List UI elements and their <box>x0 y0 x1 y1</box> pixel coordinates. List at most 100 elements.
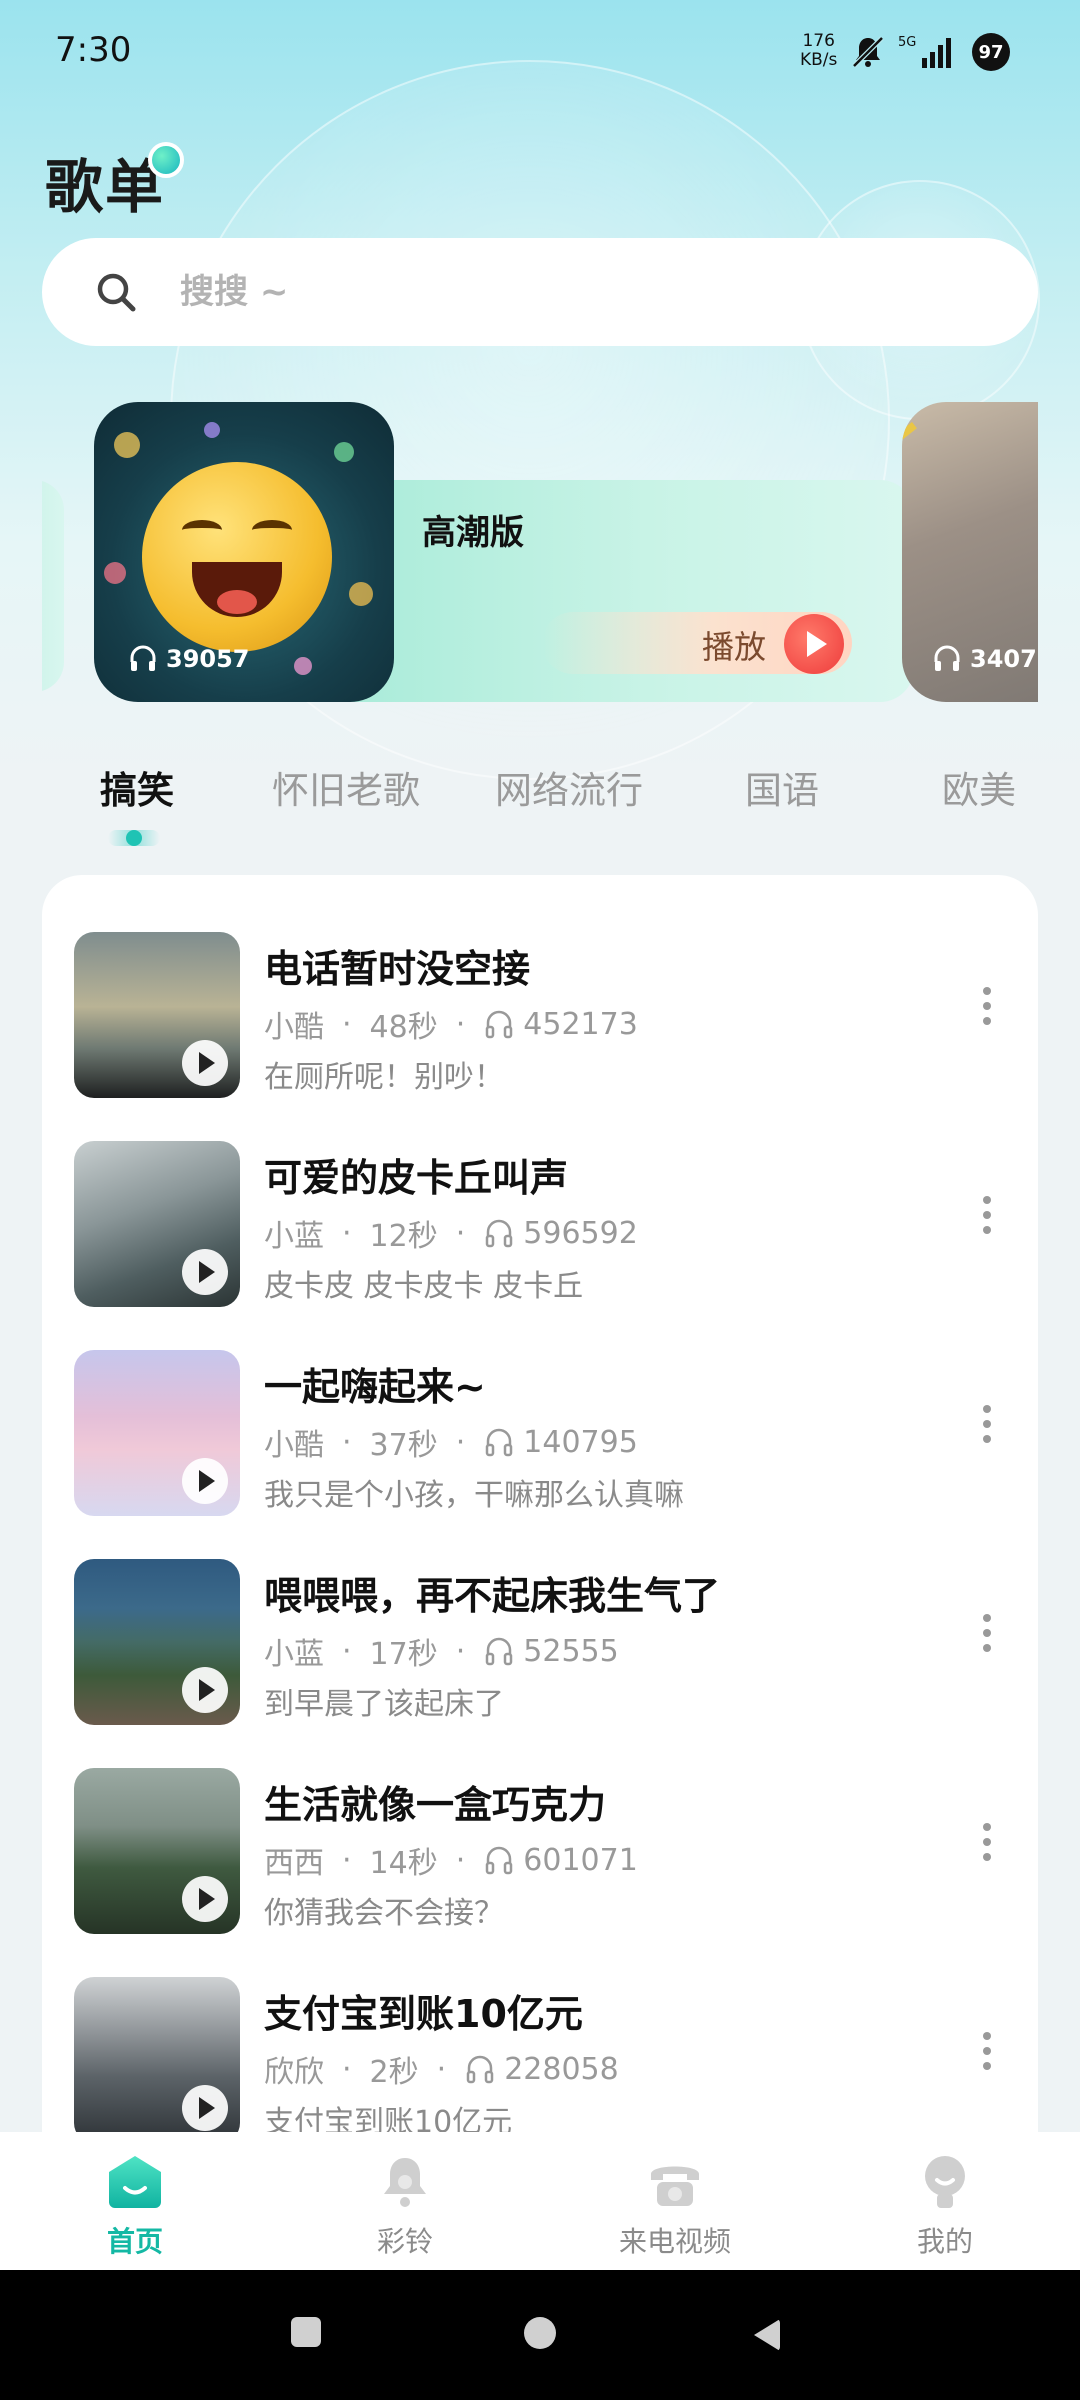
tab-internet-hits[interactable]: 网络流行 <box>495 760 643 814</box>
headphones-icon <box>130 645 156 671</box>
song-description: 在厕所呢！别吵！ <box>264 1060 504 1095</box>
headphones-icon <box>466 2055 494 2084</box>
headphones-icon <box>486 1637 513 1666</box>
song-duration: 12秒 <box>369 1219 438 1254</box>
list-item[interactable]: 支付宝到账10亿元 欣欣 · 2秒 · 228058 支付宝到账10亿元 <box>42 1965 1038 2135</box>
category-tabs: 搞笑 怀旧老歌 网络流行 国语 欧美 <box>0 760 1080 850</box>
song-thumbnail[interactable] <box>74 1350 240 1516</box>
play-label[interactable]: 播放 <box>702 622 766 668</box>
play-icon[interactable] <box>182 1040 228 1086</box>
song-description: 皮卡皮 皮卡皮卡 皮卡丘 <box>264 1269 584 1304</box>
network-speed: 176 KB/s <box>800 31 838 70</box>
nav-home[interactable]: 首页 <box>55 2152 215 2262</box>
song-meta: 小蓝 · 17秒 · 52555 <box>264 1629 619 1673</box>
list-item[interactable]: 生活就像一盒巧克力 西西 · 14秒 · 601071 你猜我会不会接？ <box>42 1756 1038 1956</box>
song-title: 生活就像一盒巧克力 <box>264 1783 607 1827</box>
song-title: 喂喂喂，再不起床我生气了 <box>264 1574 721 1618</box>
nav-call-video[interactable]: 来电视频 <box>595 2152 755 2262</box>
song-title: 一起嗨起来~ <box>264 1365 486 1409</box>
song-meta: 小蓝 · 12秒 · 596592 <box>264 1211 638 1255</box>
list-item[interactable]: 一起嗨起来~ 小酷 · 37秒 · 140795 我只是个小孩，干嘛那么认真嘛 <box>42 1338 1038 1538</box>
mute-bell-icon <box>852 36 884 68</box>
nav-ringtone[interactable]: 彩铃 <box>325 2152 485 2262</box>
song-description: 你猜我会不会接？ <box>264 1896 504 1931</box>
song-title: 支付宝到账10亿元 <box>264 1992 583 2036</box>
system-navigation-bar <box>0 2270 1080 2400</box>
song-meta: 西西 · 14秒 · 601071 <box>264 1838 638 1882</box>
tab-funny[interactable]: 搞笑 <box>100 760 174 814</box>
song-plays: 452173 <box>523 1006 638 1042</box>
tab-western[interactable]: 欧美 <box>942 760 1016 814</box>
more-options-icon[interactable] <box>972 1400 1002 1460</box>
song-author: 西西 <box>264 1846 324 1881</box>
headphones-icon <box>934 645 960 671</box>
song-thumbnail[interactable] <box>74 1141 240 1307</box>
play-icon[interactable] <box>182 2085 228 2131</box>
song-author: 小蓝 <box>264 1219 324 1254</box>
phone-icon <box>651 2166 699 2206</box>
nav-profile[interactable]: 我的 <box>865 2152 1025 2262</box>
search-input[interactable] <box>180 266 980 318</box>
more-options-icon[interactable] <box>972 1191 1002 1251</box>
song-author: 小酷 <box>264 1428 324 1463</box>
song-list: 电话暂时没空接 小酷 · 48秒 · 452173 在厕所呢！别吵！ 可爱的皮卡… <box>42 875 1038 2135</box>
previous-card[interactable] <box>42 480 64 692</box>
title-decoration-icon <box>148 142 184 178</box>
home-circle-icon[interactable] <box>524 2317 556 2349</box>
bottom-navigation: 首页 彩铃 来电视频 我的 <box>0 2132 1080 2270</box>
song-title: 可爱的皮卡丘叫声 <box>264 1156 569 1200</box>
recent-apps-icon[interactable] <box>291 2317 321 2347</box>
more-options-icon[interactable] <box>972 1609 1002 1669</box>
headphones-icon <box>486 1010 513 1039</box>
play-icon[interactable] <box>182 1667 228 1713</box>
back-icon[interactable] <box>754 2319 780 2351</box>
more-options-icon[interactable] <box>972 2027 1002 2087</box>
playlist-carousel[interactable]: 39057 高潮版 播放 34077 <box>42 400 1038 705</box>
song-description: 我只是个小孩，干嘛那么认真嘛 <box>264 1478 684 1513</box>
bell-icon <box>384 2158 426 2207</box>
featured-play-count: 39057 <box>128 644 250 674</box>
song-author: 小酷 <box>264 1010 324 1045</box>
song-title: 电话暂时没空接 <box>264 947 531 991</box>
home-icon <box>109 2156 161 2208</box>
active-tab-indicator <box>108 830 160 846</box>
list-item[interactable]: 喂喂喂，再不起床我生气了 小蓝 · 17秒 · 52555 到早晨了该起床了 <box>42 1547 1038 1747</box>
list-item[interactable]: 电话暂时没空接 小酷 · 48秒 · 452173 在厕所呢！别吵！ <box>42 920 1038 1120</box>
tab-oldies[interactable]: 怀旧老歌 <box>272 760 420 814</box>
song-plays: 596592 <box>523 1215 638 1251</box>
song-meta: 小酷 · 48秒 · 452173 <box>264 1002 638 1046</box>
search-icon <box>97 273 136 312</box>
status-bar: 7:30 176 KB/s 5G 97 <box>0 0 1080 100</box>
play-icon[interactable] <box>182 1458 228 1504</box>
song-meta: 欣欣 · 2秒 · 228058 <box>264 2047 619 2091</box>
tab-mandarin[interactable]: 国语 <box>745 760 819 814</box>
more-options-icon[interactable] <box>972 1818 1002 1878</box>
battery-indicator: 97 <box>972 33 1010 71</box>
play-icon[interactable] <box>182 1249 228 1295</box>
song-duration: 48秒 <box>369 1010 438 1045</box>
song-description: 支付宝到账10亿元 <box>264 2105 513 2135</box>
song-author: 欣欣 <box>264 2055 324 2090</box>
song-thumbnail[interactable] <box>74 1559 240 1725</box>
song-plays: 140795 <box>523 1424 638 1460</box>
song-thumbnail[interactable] <box>74 932 240 1098</box>
clock: 7:30 <box>55 30 132 70</box>
song-duration: 37秒 <box>369 1428 438 1463</box>
search-bar[interactable] <box>42 238 1038 346</box>
headphones-icon <box>486 1846 513 1875</box>
song-thumbnail[interactable] <box>74 1768 240 1934</box>
signal-icon: 5G <box>898 35 951 68</box>
profile-icon <box>925 2156 965 2208</box>
list-item[interactable]: 可爱的皮卡丘叫声 小蓝 · 12秒 · 596592 皮卡皮 皮卡皮卡 皮卡丘 <box>42 1129 1038 1329</box>
song-thumbnail[interactable] <box>74 1977 240 2135</box>
featured-cover-image[interactable]: 39057 <box>94 402 394 702</box>
nav-ringtone-label: 彩铃 <box>376 2225 433 2258</box>
song-meta: 小酷 · 37秒 · 140795 <box>264 1420 638 1464</box>
more-options-icon[interactable] <box>972 982 1002 1042</box>
next-card-cover[interactable]: 34077 <box>902 402 1038 702</box>
play-button[interactable] <box>784 614 844 674</box>
play-icon[interactable] <box>182 1876 228 1922</box>
song-duration: 14秒 <box>369 1846 438 1881</box>
song-duration: 2秒 <box>369 2055 419 2090</box>
song-plays: 52555 <box>523 1633 619 1669</box>
